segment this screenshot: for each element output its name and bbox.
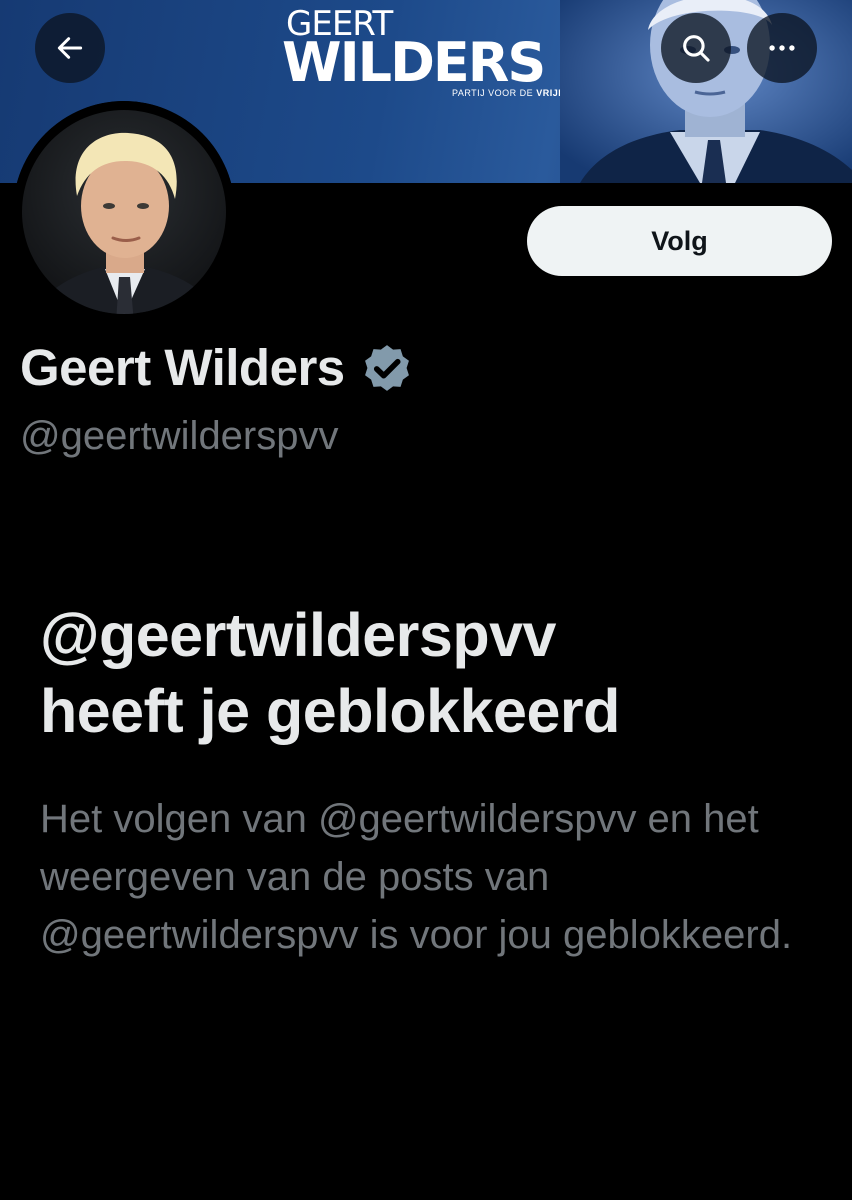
blocked-title-line1: @geertwilderspvv bbox=[40, 601, 556, 669]
more-horizontal-icon bbox=[769, 45, 795, 51]
more-options-button[interactable] bbox=[747, 13, 817, 83]
profile-avatar[interactable] bbox=[13, 101, 235, 323]
banner-logo-subtitle-prefix: PARTIJ VOOR DE bbox=[452, 88, 537, 98]
search-icon bbox=[683, 35, 710, 62]
blocked-description: Het volgen van @geertwilderspvv en het w… bbox=[40, 797, 793, 957]
display-name: Geert Wilders bbox=[20, 339, 345, 396]
profile-handle: @geertwilderspvv bbox=[20, 414, 339, 458]
back-button[interactable] bbox=[35, 13, 105, 83]
avatar-portrait-image bbox=[13, 101, 235, 323]
display-name-row: Geert Wilders bbox=[20, 337, 415, 399]
verified-badge-icon[interactable] bbox=[359, 340, 415, 396]
blocked-title-line2: heeft je geblokkeerd bbox=[40, 677, 620, 745]
search-button[interactable] bbox=[661, 13, 731, 83]
banner-logo: GEERT WILDERS PARTIJ VOOR DE VRIJHEID bbox=[282, 4, 582, 100]
banner-logo-line2: WILDERS bbox=[282, 31, 546, 94]
arrow-left-icon bbox=[57, 37, 83, 59]
blocked-title: @geertwilderspvv heeft je geblokkeerd bbox=[40, 597, 830, 749]
follow-button[interactable]: Volg bbox=[527, 206, 832, 276]
